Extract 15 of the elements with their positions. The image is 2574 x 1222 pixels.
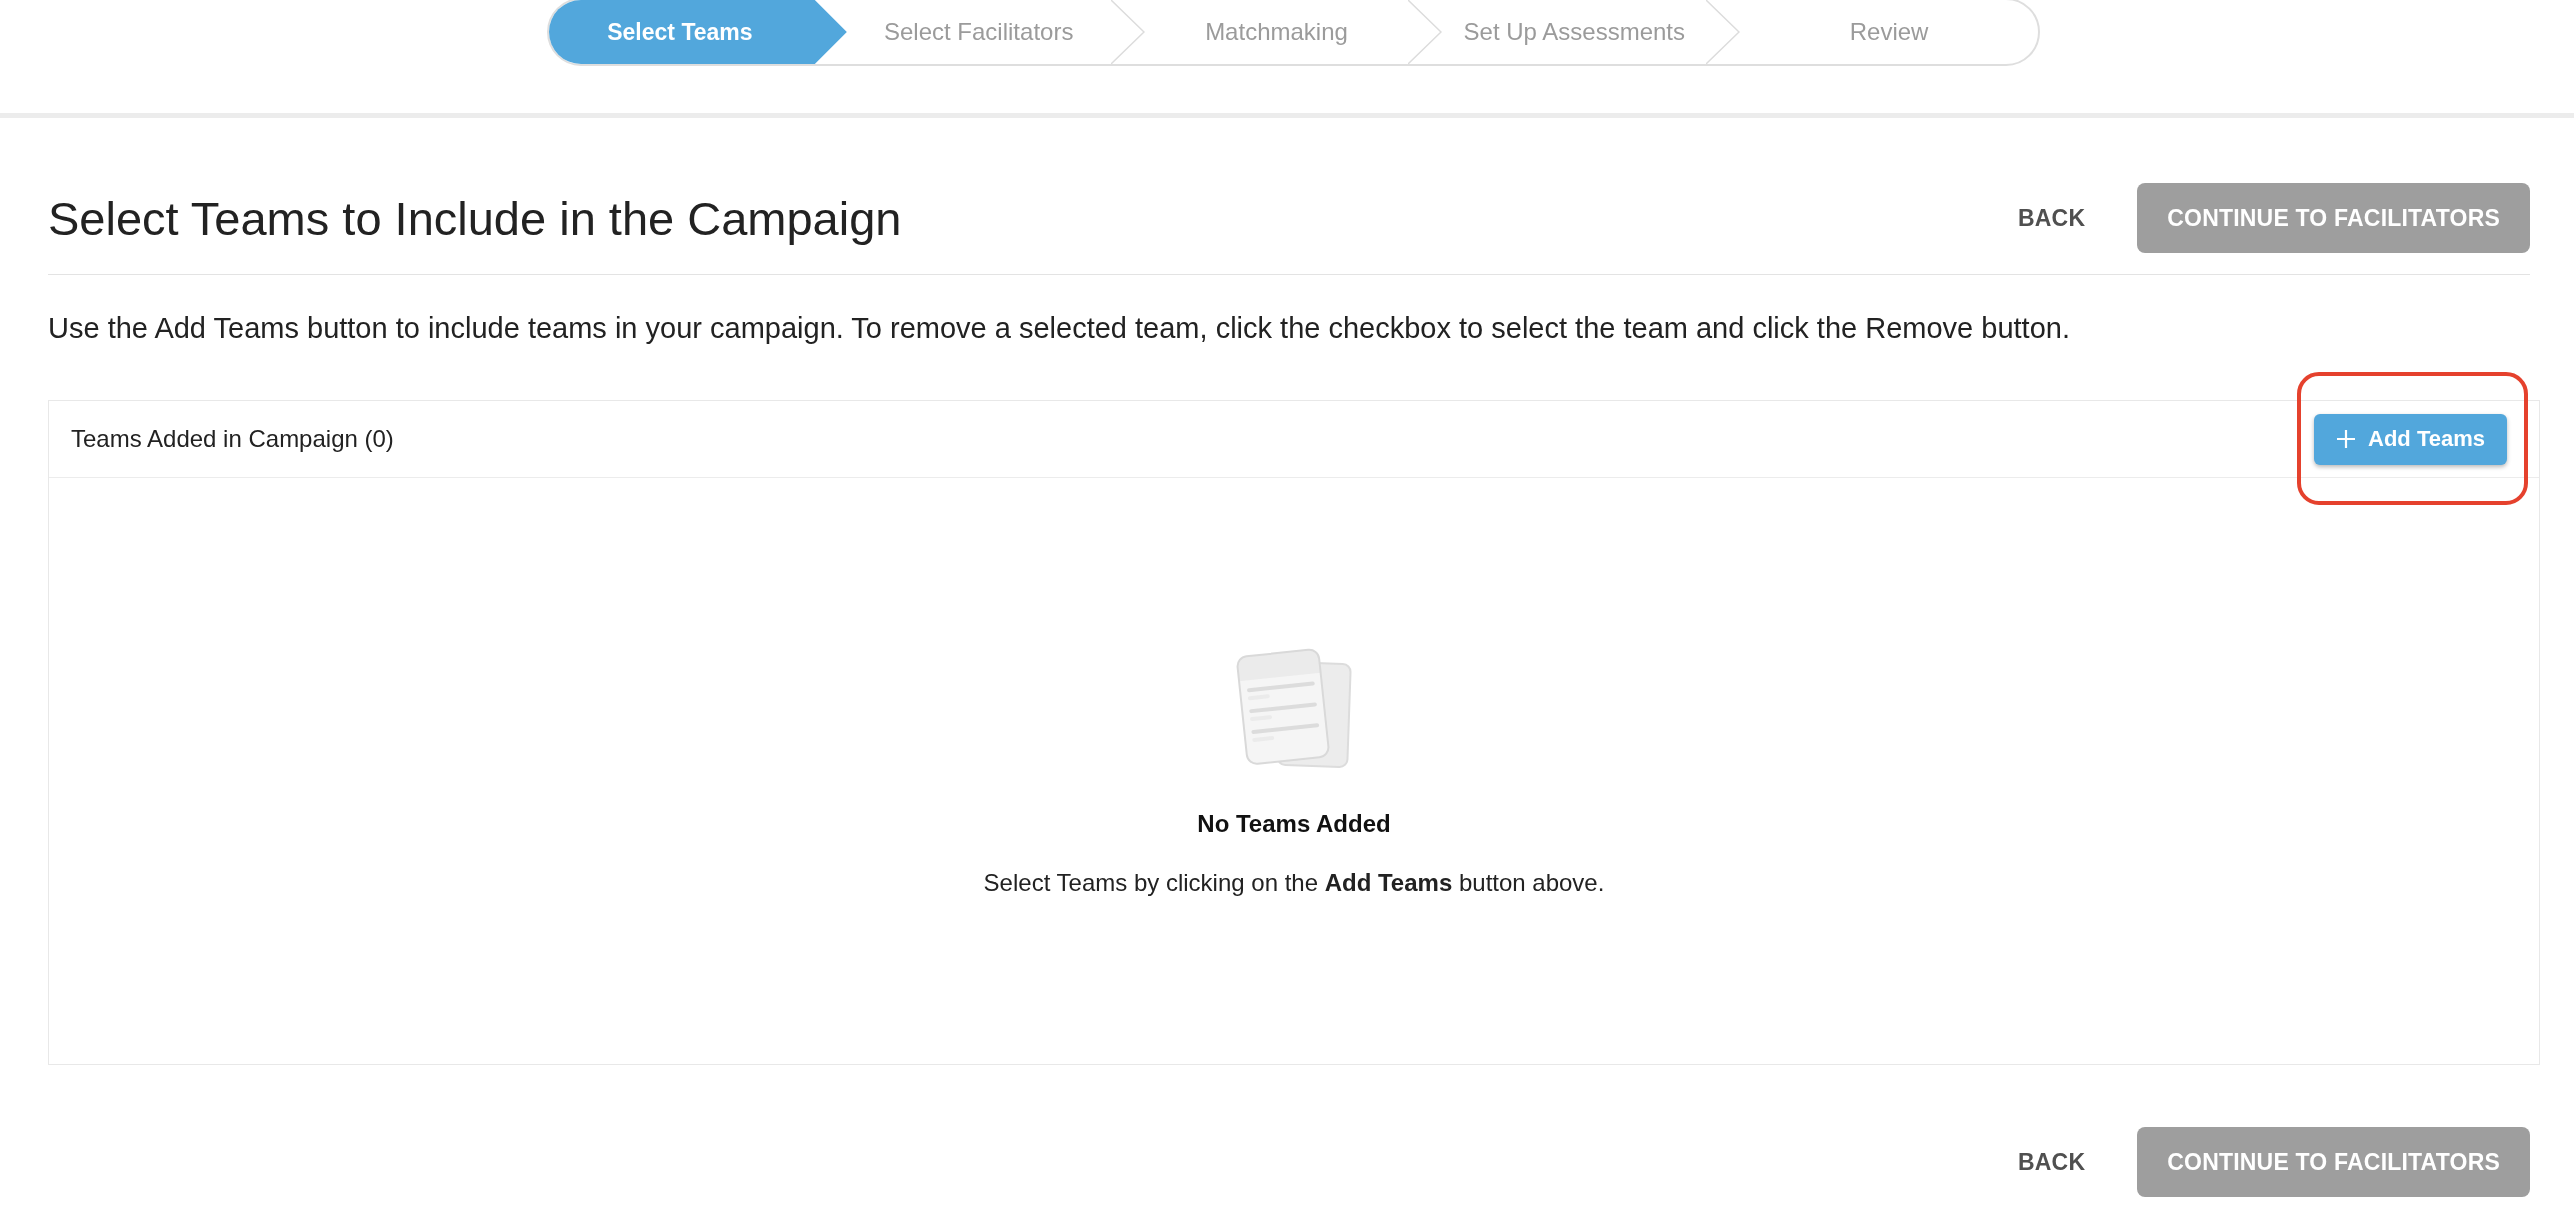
plus-icon	[2336, 429, 2357, 449]
step-tab[interactable]: Set Up Assessments	[1442, 0, 1707, 64]
back-button[interactable]: BACK	[1994, 1127, 2110, 1197]
step-tab[interactable]: Review	[1740, 0, 2038, 64]
step-tab[interactable]: Select Facilitators	[846, 0, 1111, 64]
page-title: Select Teams to Include in the Campaign	[48, 190, 902, 246]
empty-state-message: Select Teams by clicking on the Add Teams button above.	[983, 868, 1605, 898]
step-tab[interactable]: Matchmaking	[1144, 0, 1409, 64]
empty-state-title: No Teams Added	[1197, 809, 1391, 839]
back-button[interactable]: BACK	[1994, 183, 2110, 253]
documents-icon	[1235, 647, 1353, 770]
panel-title: Teams Added in Campaign (0)	[71, 425, 394, 453]
step-tab[interactable]: Select Teams	[549, 0, 847, 64]
instructions-text: Use the Add Teams button to include teams in your campaign. To remove a selected team, click the checkbox to select the team and click the Remove button.	[48, 311, 2070, 346]
add-teams-button[interactable]: Add Teams	[2314, 413, 2507, 465]
